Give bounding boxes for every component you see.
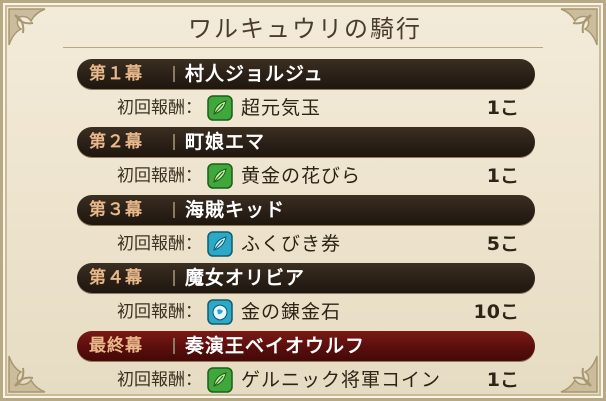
reward-label: 初回報酬： xyxy=(117,234,202,254)
chapter-label: 第１幕 xyxy=(89,64,143,84)
chapter-header: 第３幕 海賊キッド xyxy=(77,195,535,225)
corner-ornament-icon xyxy=(5,324,77,396)
chapter-divider xyxy=(173,202,175,218)
corner-ornament-icon xyxy=(529,5,601,77)
chapter-header: 第４幕 魔女オリビア xyxy=(77,263,535,293)
reward-label: 初回報酬： xyxy=(117,302,202,322)
reward-name: 黄金の花びら xyxy=(241,165,362,187)
reward-quantity: 1こ xyxy=(486,165,519,187)
chapter-header: 第１幕 村人ジョルジュ xyxy=(77,59,535,89)
leaf-icon xyxy=(207,163,233,189)
reward-quantity: 1こ xyxy=(486,369,519,391)
reward-quantity: 10こ xyxy=(473,301,519,323)
title-divider xyxy=(63,47,543,48)
chapter-divider xyxy=(173,270,175,286)
title-bar: ワルキュウリの騎行 xyxy=(153,9,457,49)
chapter-row[interactable]: 第１幕 村人ジョルジュ 初回報酬： 超元気玉 1こ xyxy=(77,59,535,125)
leaf-icon xyxy=(207,95,233,121)
reward-label: 初回報酬： xyxy=(117,166,202,186)
reward-label: 初回報酬： xyxy=(117,370,202,390)
corner-ornament-icon xyxy=(529,324,601,396)
chapter-row[interactable]: 第４幕 魔女オリビア 初回報酬： 金の錬金石 10こ xyxy=(77,263,535,329)
chapter-header: 第２幕 町娘エマ xyxy=(77,127,535,157)
chapter-header-final: 最終幕 奏演王ベイオウルフ xyxy=(77,331,535,361)
leaf-icon xyxy=(207,367,233,393)
reward-name: 金の錬金石 xyxy=(241,301,342,323)
chapter-row[interactable]: 第２幕 町娘エマ 初回報酬： 黄金の花びら 1こ xyxy=(77,127,535,193)
chapter-divider xyxy=(173,338,175,354)
chapter-label: 最終幕 xyxy=(89,336,143,356)
reward-name: ふくびき券 xyxy=(241,233,342,255)
chapter-name: 村人ジョルジュ xyxy=(185,63,324,85)
corner-ornament-icon xyxy=(5,5,77,77)
reward-quantity: 1こ xyxy=(486,97,519,119)
page-title: ワルキュウリの騎行 xyxy=(188,15,422,43)
chapter-name: 町娘エマ xyxy=(185,131,266,153)
reward-name: 超元気玉 xyxy=(241,97,322,119)
chapter-row[interactable]: 最終幕 奏演王ベイオウルフ 初回報酬： ゲルニック将軍コイン 1こ xyxy=(77,331,535,397)
reward-quantity: 5こ xyxy=(486,233,519,255)
chapter-divider xyxy=(173,66,175,82)
chapter-label: 第４幕 xyxy=(89,268,143,288)
quest-panel: ワルキュウリの騎行 第１幕 村人ジョルジュ 初回報酬： 超元気玉 1こ 第２幕 … xyxy=(0,0,606,401)
chapter-name: 奏演王ベイオウルフ xyxy=(185,335,366,357)
leaf-icon xyxy=(207,231,233,257)
reward-name: ゲルニック将軍コイン xyxy=(241,369,442,391)
ore-icon xyxy=(207,299,233,325)
chapter-name: 魔女オリビア xyxy=(185,267,306,289)
chapter-row[interactable]: 第３幕 海賊キッド 初回報酬： ふくびき券 5こ xyxy=(77,195,535,261)
chapter-label: 第３幕 xyxy=(89,200,143,220)
chapter-label: 第２幕 xyxy=(89,132,143,152)
chapter-divider xyxy=(173,134,175,150)
chapter-name: 海賊キッド xyxy=(185,199,286,221)
reward-label: 初回報酬： xyxy=(117,98,202,118)
